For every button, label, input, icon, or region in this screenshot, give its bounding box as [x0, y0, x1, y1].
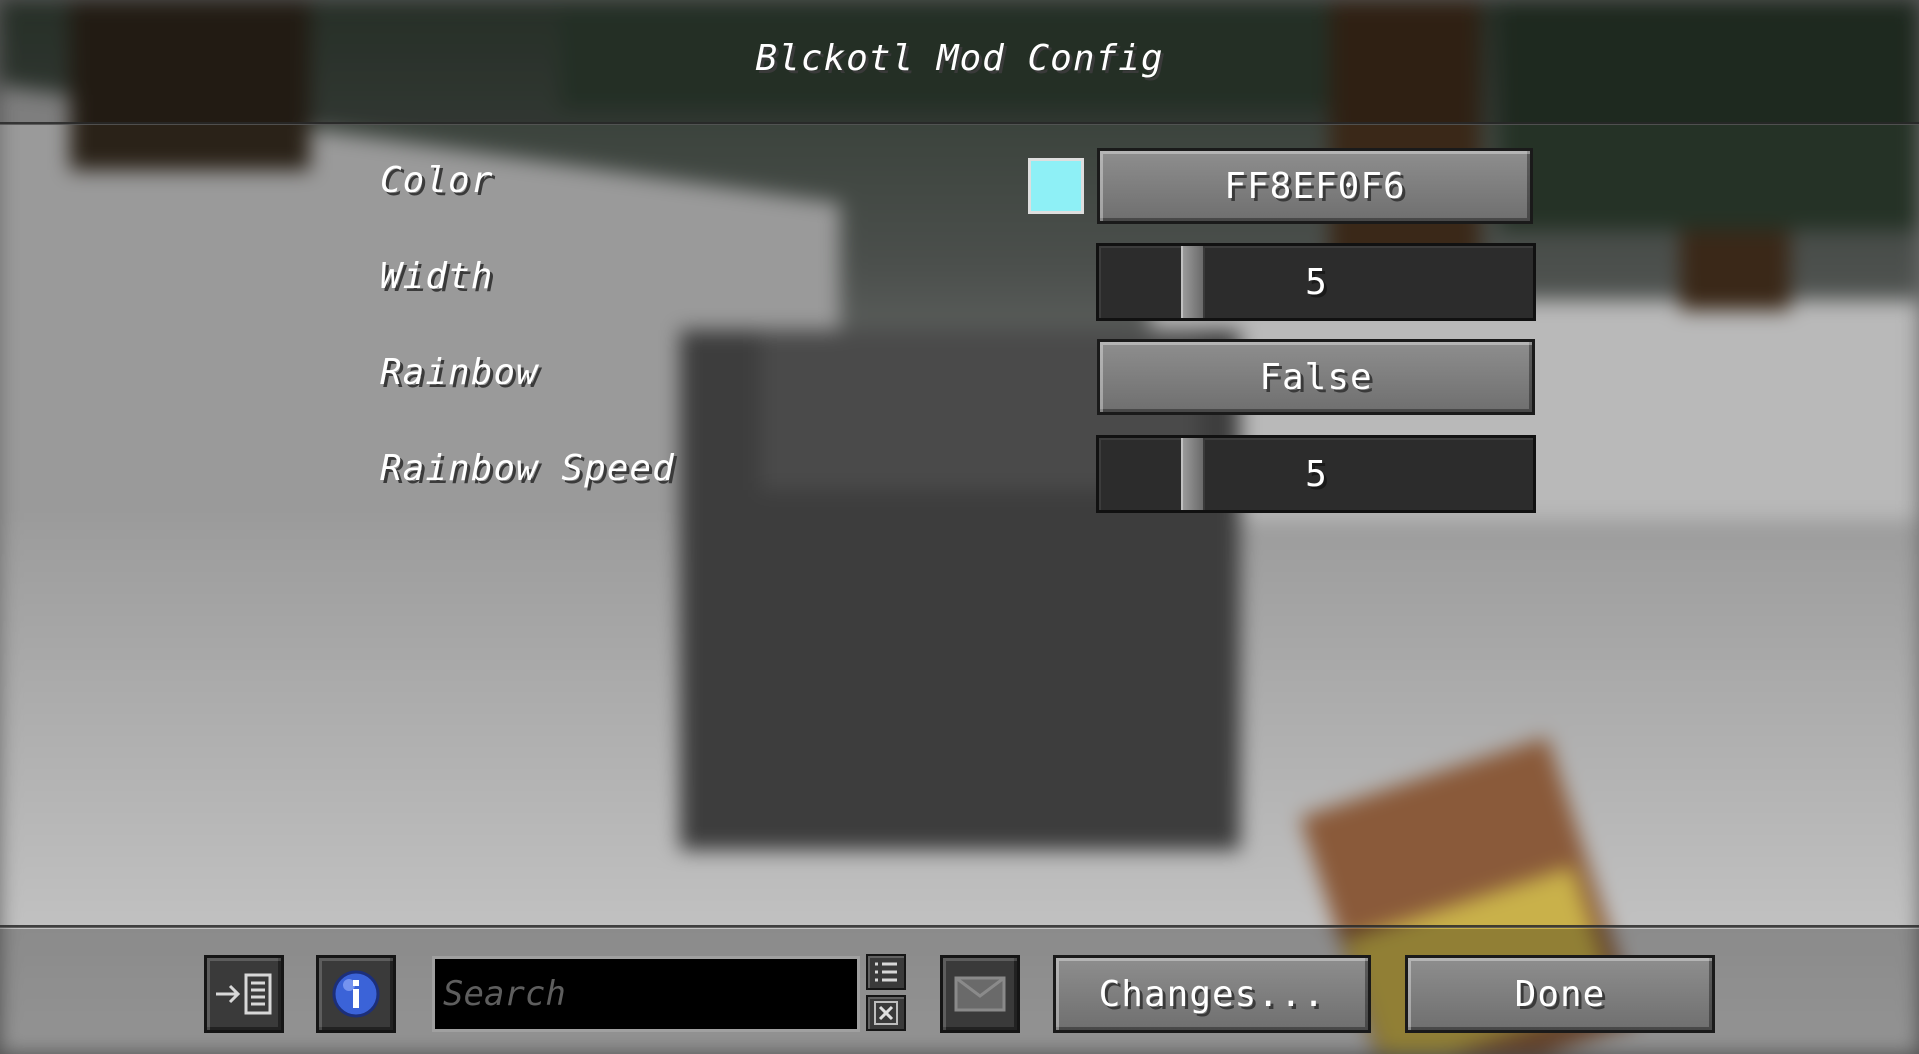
rainbow-speed-slider[interactable]: 5 [1096, 435, 1536, 513]
rainbow-toggle-button[interactable]: False [1097, 339, 1535, 415]
filter-list-button[interactable] [866, 954, 906, 990]
clear-x-icon [874, 1001, 898, 1025]
header-divider [0, 122, 1919, 125]
width-slider[interactable]: 5 [1096, 243, 1536, 321]
arrow-to-list-icon [216, 973, 272, 1015]
color-swatch[interactable] [1028, 158, 1084, 214]
page-title: Blckotl Mod Config [755, 38, 1164, 79]
info-button[interactable] [316, 955, 396, 1033]
option-label-color: Color [380, 160, 494, 201]
search-input[interactable] [432, 956, 860, 1032]
clear-search-button[interactable] [866, 995, 906, 1031]
envelope-icon [954, 976, 1006, 1012]
rainbow-speed-slider-value: 5 [1305, 453, 1327, 495]
width-slider-value: 5 [1305, 261, 1327, 303]
list-icon [875, 962, 897, 982]
option-label-rainbow: Rainbow [380, 352, 539, 393]
changes-button[interactable]: Changes... [1053, 955, 1371, 1033]
info-icon [332, 970, 380, 1018]
message-button[interactable] [940, 955, 1020, 1033]
exit-to-list-button[interactable] [204, 955, 284, 1033]
world-background [0, 0, 1919, 1054]
color-value-button[interactable]: FF8EF0F6 [1097, 148, 1533, 224]
done-button[interactable]: Done [1405, 955, 1715, 1033]
footer-divider [0, 925, 1919, 928]
option-label-rainbow-speed: Rainbow Speed [380, 448, 675, 489]
option-label-width: Width [380, 256, 494, 297]
